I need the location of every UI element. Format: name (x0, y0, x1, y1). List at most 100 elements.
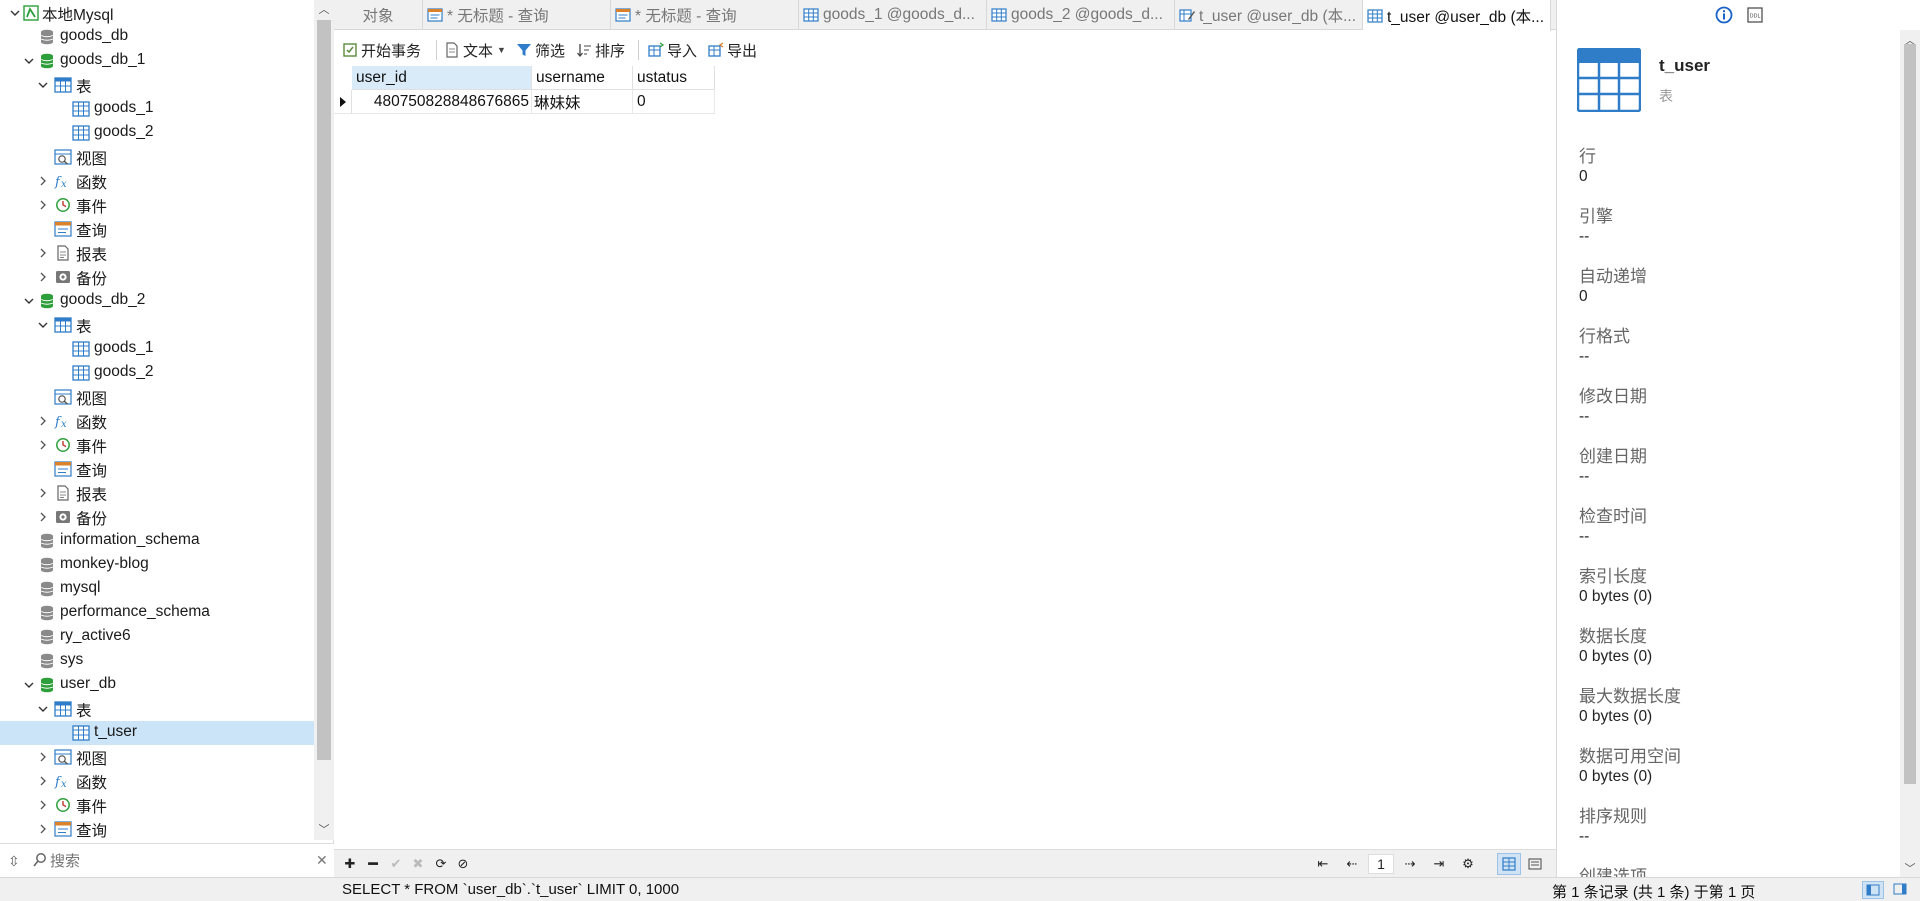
tab-objects[interactable]: 对象 (334, 0, 423, 30)
tree-node[interactable]: 视图 (0, 745, 314, 769)
info-scroll-thumb[interactable] (1904, 44, 1916, 784)
tree-node[interactable]: sys (0, 649, 314, 673)
chevron-right-icon[interactable] (36, 798, 50, 812)
tree-node[interactable]: 表 (0, 697, 314, 721)
editor-tab[interactable]: * 无标题 - 查询 (611, 0, 799, 30)
tree-scroll-thumb[interactable] (317, 20, 331, 760)
tree-node[interactable]: goods_2 (0, 361, 314, 385)
filter-toggle-icon[interactable]: ⇳ (8, 853, 24, 869)
editor-tab[interactable]: goods_1 @goods_d... (799, 0, 987, 30)
form-view-icon[interactable] (1527, 856, 1543, 872)
tree-node[interactable]: goods_1 (0, 97, 314, 121)
page-number-input[interactable]: 1 (1368, 854, 1394, 874)
tree-node[interactable]: 报表 (0, 481, 314, 505)
chevron-right-icon[interactable] (36, 174, 50, 188)
scroll-up-arrow-icon[interactable]: ︿ (318, 4, 330, 16)
chevron-right-icon[interactable] (36, 198, 50, 212)
tree-scrollbar[interactable]: ︿ ﹀ (314, 0, 334, 840)
begin-transaction-button[interactable]: 开始事务 (342, 39, 421, 61)
discard-changes-icon[interactable]: ✖ (410, 856, 426, 872)
tree-node[interactable]: 查询 (0, 457, 314, 481)
chevron-right-icon[interactable] (36, 414, 50, 428)
tree-node[interactable]: goods_2 (0, 121, 314, 145)
sort-button[interactable]: 排序 (576, 39, 625, 61)
settings-gear-icon[interactable]: ⚙ (1460, 856, 1476, 872)
tree-node[interactable]: user_db (0, 673, 314, 697)
scroll-down-arrow-icon[interactable]: ﹀ (1904, 860, 1916, 876)
column-header-ustatus[interactable]: ustatus (633, 66, 715, 90)
text-view-button[interactable]: 文本 ▼ (444, 39, 506, 61)
tree-node[interactable]: 备份 (0, 265, 314, 289)
chevron-down-icon[interactable] (22, 54, 36, 68)
current-row-marker[interactable] (334, 90, 352, 114)
chevron-down-icon[interactable] (36, 78, 50, 92)
chevron-right-icon[interactable] (36, 246, 50, 260)
previous-page-icon[interactable]: ⇠ (1344, 856, 1360, 872)
tree-node[interactable]: 查询 (0, 217, 314, 241)
delete-record-icon[interactable]: ━ (365, 856, 381, 873)
tree-search-input[interactable] (50, 850, 310, 872)
chevron-down-icon[interactable] (36, 702, 50, 716)
tree-node[interactable]: t_user (0, 721, 314, 745)
tree-node[interactable]: 表 (0, 313, 314, 337)
chevron-down-icon[interactable] (22, 678, 36, 692)
tree-node[interactable]: performance_schema (0, 601, 314, 625)
filter-button[interactable]: 筛选 (516, 39, 565, 61)
refresh-icon[interactable]: ⟳ (433, 856, 449, 872)
tree-node[interactable]: 事件 (0, 433, 314, 457)
editor-tab[interactable]: t_user @user_db (本... (1175, 0, 1363, 30)
tree-node[interactable]: 表 (0, 73, 314, 97)
chevron-right-icon[interactable] (36, 750, 50, 764)
tree-node[interactable]: f x 函数 (0, 409, 314, 433)
grid-view-toggle[interactable] (1497, 853, 1521, 875)
chevron-down-icon[interactable] (22, 294, 36, 308)
chevron-right-icon[interactable] (36, 774, 50, 788)
stop-icon[interactable]: ⊘ (455, 856, 471, 872)
add-record-icon[interactable]: ✚ (342, 856, 358, 872)
toggle-info-pane-button[interactable] (1890, 881, 1912, 899)
scroll-down-arrow-icon[interactable]: ﹀ (318, 824, 330, 836)
chevron-right-icon[interactable] (36, 510, 50, 524)
tree-node[interactable]: goods_1 (0, 337, 314, 361)
tree-node[interactable]: 查询 (0, 817, 314, 840)
chevron-down-icon[interactable] (8, 6, 22, 20)
chevron-right-icon[interactable] (36, 270, 50, 284)
chevron-down-icon[interactable] (36, 318, 50, 332)
tree-node[interactable]: f x 函数 (0, 769, 314, 793)
apply-changes-icon[interactable]: ✔ (388, 856, 404, 872)
import-button[interactable]: 导入 (648, 39, 697, 61)
tree-node[interactable]: goods_db_2 (0, 289, 314, 313)
tree-node[interactable]: 备份 (0, 505, 314, 529)
editor-tab[interactable]: t_user @user_db (本... (1363, 0, 1551, 31)
grid-cell[interactable]: 琳妹妹 (532, 90, 633, 114)
chevron-right-icon[interactable] (36, 822, 50, 836)
tree-node[interactable]: goods_db_1 (0, 49, 314, 73)
info-scrollbar[interactable]: ︿ ﹀ (1900, 30, 1920, 877)
first-page-icon[interactable]: ⇤ (1315, 856, 1331, 872)
tree-node[interactable]: mysql (0, 577, 314, 601)
column-header-user-id[interactable]: user_id (352, 66, 532, 90)
export-button[interactable]: 导出 (708, 39, 757, 61)
next-page-icon[interactable]: ⇢ (1402, 856, 1418, 872)
column-header-username[interactable]: username (532, 66, 633, 90)
tree-node[interactable]: 事件 (0, 793, 314, 817)
chevron-right-icon[interactable] (36, 486, 50, 500)
tree-node[interactable]: goods_db (0, 25, 314, 49)
grid-cell[interactable]: 480750828848676865 (352, 90, 532, 114)
clear-search-icon[interactable]: ✕ (316, 852, 328, 869)
tree-node[interactable]: monkey-blog (0, 553, 314, 577)
editor-tab[interactable]: * 无标题 - 查询 (423, 0, 611, 30)
tree-node[interactable]: 事件 (0, 193, 314, 217)
tree-node[interactable]: 视图 (0, 385, 314, 409)
tree-node[interactable]: f x 函数 (0, 169, 314, 193)
tree-node[interactable]: 本地Mysql (0, 1, 314, 25)
tree-node[interactable]: information_schema (0, 529, 314, 553)
chevron-right-icon[interactable] (36, 438, 50, 452)
tree-node[interactable]: 报表 (0, 241, 314, 265)
tree-node[interactable]: 视图 (0, 145, 314, 169)
toggle-navigation-pane-button[interactable] (1862, 881, 1884, 899)
grid-cell[interactable]: 0 (633, 90, 715, 114)
tree-node[interactable]: ry_active6 (0, 625, 314, 649)
last-page-icon[interactable]: ⇥ (1431, 856, 1447, 872)
editor-tab[interactable]: goods_2 @goods_d... (987, 0, 1175, 30)
